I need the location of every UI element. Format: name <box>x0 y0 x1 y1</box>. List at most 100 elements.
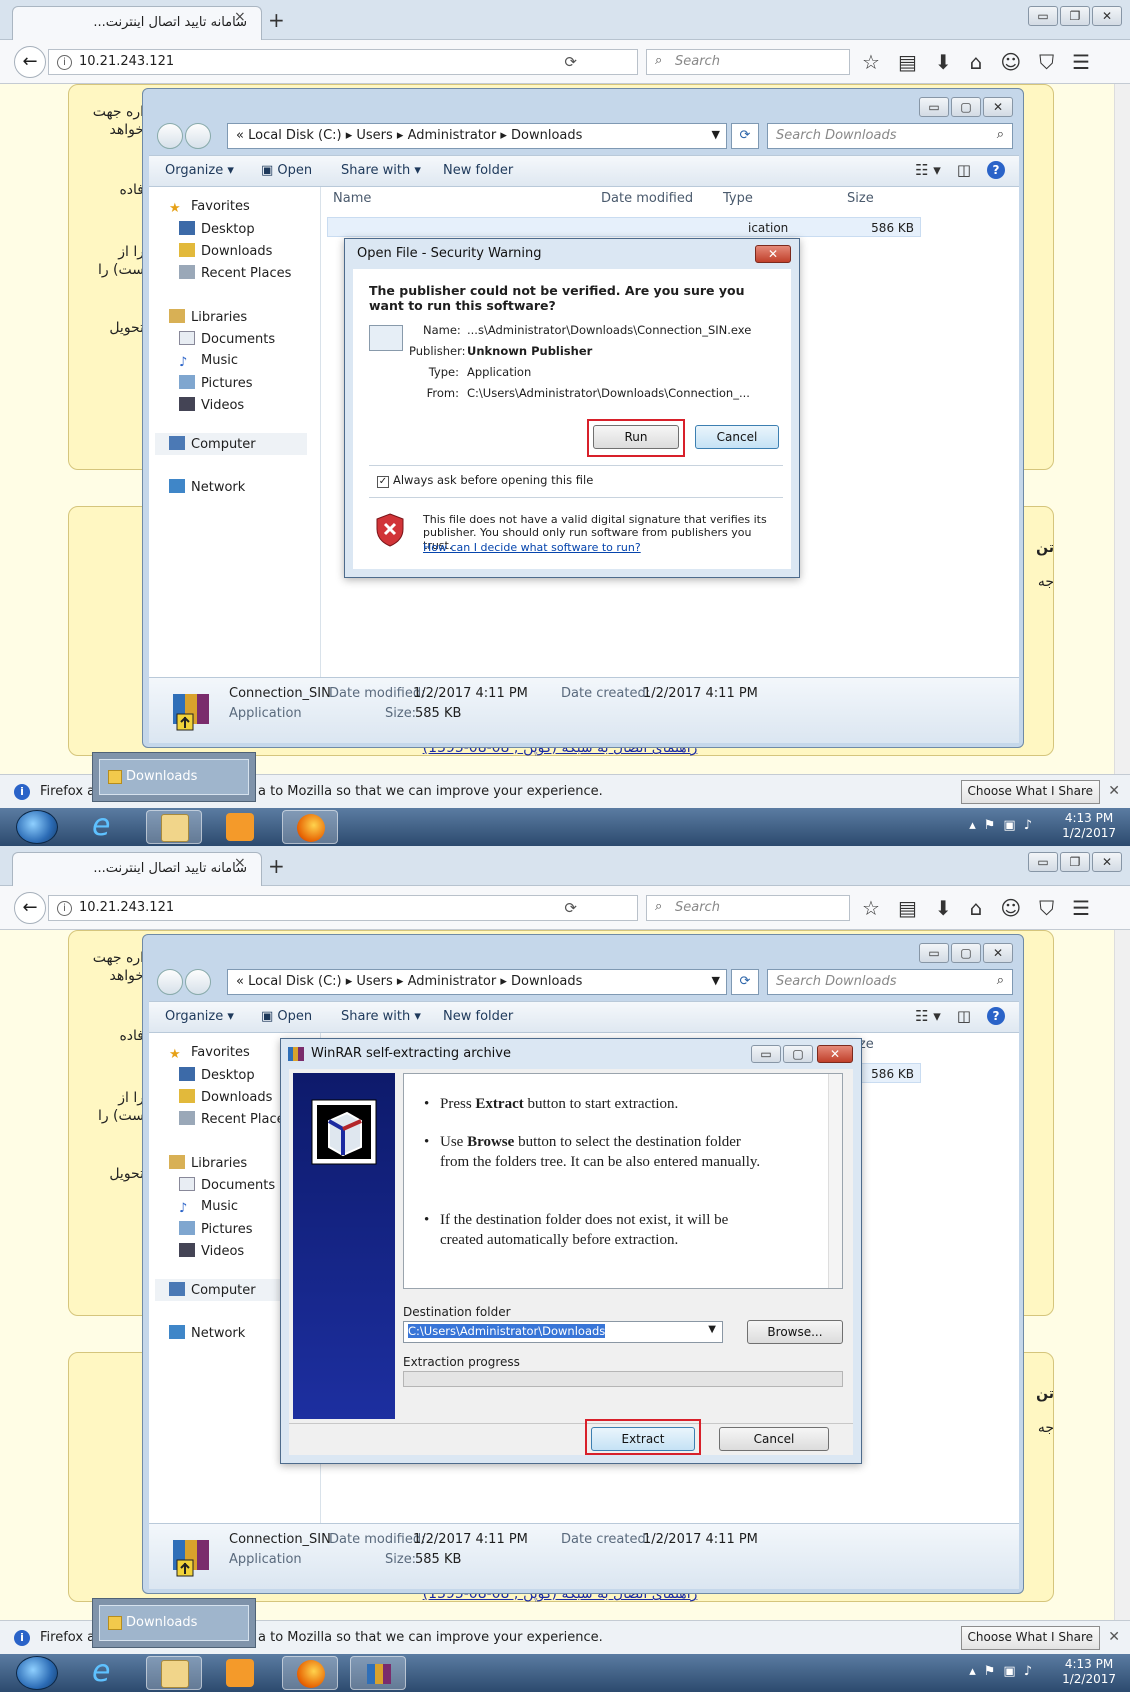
chevron-down-icon[interactable]: ▼ <box>708 1324 716 1335</box>
destination-combobox[interactable]: C:\Users\Administrator\Downloads ▼ <box>403 1321 723 1343</box>
bookmarks-list-icon[interactable]: ▤ <box>898 50 917 74</box>
nav-videos[interactable]: Videos <box>179 397 244 413</box>
back-arrow-icon[interactable]: ← <box>14 892 46 924</box>
breadcrumb-overflow[interactable]: « <box>236 974 244 989</box>
nav-downloads[interactable]: Downloads <box>179 243 272 259</box>
tab-close-icon[interactable]: × <box>234 855 246 871</box>
chevron-up-icon[interactable]: ▴ <box>969 1664 984 1679</box>
taskbar-firefox[interactable] <box>282 810 338 844</box>
organize-button[interactable]: Organize ▾ <box>165 1009 234 1024</box>
breadcrumb-users[interactable]: Users <box>356 128 392 143</box>
reload-icon[interactable]: ⟳ <box>564 53 577 71</box>
taskbar-media-player[interactable] <box>212 810 268 844</box>
new-tab-button[interactable]: + <box>268 854 285 878</box>
organize-button[interactable]: Organize ▾ <box>165 163 234 178</box>
new-folder-button[interactable]: New folder <box>443 1009 513 1024</box>
chevron-down-icon[interactable]: ▼ <box>712 128 720 141</box>
bookmarks-list-icon[interactable]: ▤ <box>898 896 917 920</box>
nav-music[interactable]: ♪ Music <box>179 1199 238 1216</box>
close-icon[interactable]: ✕ <box>1092 852 1122 872</box>
browse-button[interactable]: Browse... <box>747 1320 843 1344</box>
cancel-button[interactable]: Cancel <box>695 425 779 449</box>
forward-arrow-icon[interactable] <box>185 123 211 149</box>
maximize-icon[interactable]: ▢ <box>951 943 981 963</box>
maximize-icon[interactable]: ▢ <box>951 97 981 117</box>
breadcrumb-local-disk[interactable]: Local Disk (C:) <box>248 128 341 143</box>
nav-documents[interactable]: Documents <box>179 1177 275 1193</box>
browser-search-input[interactable]: ⌕ Search <box>646 49 850 75</box>
breadcrumb-users[interactable]: Users <box>356 974 392 989</box>
help-icon[interactable]: ? <box>987 161 1005 179</box>
view-icon[interactable]: ☷ ▾ <box>915 1007 941 1025</box>
restore-icon[interactable]: ❐ <box>1060 852 1090 872</box>
downloads-preview-item[interactable]: Downloads <box>99 759 249 795</box>
breadcrumb-downloads[interactable]: Downloads <box>511 974 582 989</box>
dialog-close-icon[interactable]: ✕ <box>755 245 791 263</box>
minimize-icon[interactable]: ▭ <box>919 97 949 117</box>
breadcrumb-local-disk[interactable]: Local Disk (C:) <box>248 974 341 989</box>
browser-search-input[interactable]: ⌕ Search <box>646 895 850 921</box>
volume-icon[interactable]: ♪ <box>1024 818 1040 833</box>
instructions-scrollbar[interactable] <box>828 1074 842 1288</box>
info-icon[interactable]: i <box>57 55 72 70</box>
taskbar-media-player[interactable] <box>212 1656 268 1690</box>
always-ask-checkbox[interactable]: ✓ Always ask before opening this file <box>377 473 593 488</box>
taskbar-explorer[interactable] <box>146 810 202 844</box>
network-tray-icon[interactable]: ▣ <box>1003 818 1023 833</box>
download-arrow-icon[interactable]: ⬇ <box>935 50 952 74</box>
column-header-type[interactable]: Type <box>723 191 753 206</box>
taskbar-internet-explorer[interactable]: e <box>78 1656 134 1690</box>
minimize-icon[interactable]: ▭ <box>1028 852 1058 872</box>
home-icon[interactable]: ⌂ <box>970 896 983 920</box>
minimize-icon[interactable]: ▭ <box>919 943 949 963</box>
breadcrumb-administrator[interactable]: Administrator <box>408 974 497 989</box>
volume-icon[interactable]: ♪ <box>1024 1664 1040 1679</box>
home-icon[interactable]: ⌂ <box>970 50 983 74</box>
page-scrollbar[interactable] <box>1114 84 1130 774</box>
taskbar-clock[interactable]: 4:13 PM 1/2/2017 <box>1062 1657 1116 1687</box>
new-tab-button[interactable]: + <box>268 8 285 32</box>
refresh-icon[interactable]: ⟳ <box>731 969 759 995</box>
chevron-up-icon[interactable]: ▴ <box>969 818 984 833</box>
nav-computer[interactable]: Computer <box>155 433 307 455</box>
choose-what-i-share-button[interactable]: Choose What I Share <box>960 1626 1100 1650</box>
explorer-search-input[interactable]: Search Downloads ⌕ <box>767 123 1013 149</box>
breadcrumb-administrator[interactable]: Administrator <box>408 128 497 143</box>
info-icon[interactable]: i <box>57 901 72 916</box>
choose-what-i-share-button[interactable]: Choose What I Share <box>960 780 1100 804</box>
view-icon[interactable]: ☷ ▾ <box>915 161 941 179</box>
taskbar-internet-explorer[interactable]: e <box>78 810 134 844</box>
close-icon[interactable]: ✕ <box>1108 1629 1120 1645</box>
dialog-close-icon[interactable]: ✕ <box>817 1045 853 1063</box>
url-bar[interactable]: i 10.21.243.121 ⟳ <box>48 49 638 75</box>
explorer-search-input[interactable]: Search Downloads ⌕ <box>767 969 1013 995</box>
chat-icon[interactable]: ☺ <box>1000 896 1021 920</box>
new-folder-button[interactable]: New folder <box>443 163 513 178</box>
taskbar-explorer[interactable] <box>146 1656 202 1690</box>
nav-recent-places[interactable]: Recent Place <box>179 1111 285 1127</box>
close-icon[interactable]: ✕ <box>1092 6 1122 26</box>
address-bar[interactable]: « Local Disk (C:) ▸ Users ▸ Administrato… <box>227 969 727 995</box>
chevron-down-icon[interactable]: ▼ <box>712 974 720 987</box>
checkbox-checked-icon[interactable]: ✓ <box>377 476 389 488</box>
nav-videos[interactable]: Videos <box>179 1243 244 1259</box>
nav-favorites[interactable]: ★ Favorites <box>169 199 250 216</box>
bookmark-star-icon[interactable]: ☆ <box>862 50 880 74</box>
flag-icon[interactable]: ⚑ <box>984 818 1004 833</box>
share-with-button[interactable]: Share with ▾ <box>341 1009 421 1024</box>
start-button-icon[interactable] <box>16 810 58 844</box>
taskbar-firefox[interactable] <box>282 1656 338 1690</box>
help-icon[interactable]: ? <box>987 1007 1005 1025</box>
refresh-icon[interactable]: ⟳ <box>731 123 759 149</box>
column-header-date[interactable]: Date modified <box>601 191 693 206</box>
nav-pictures[interactable]: Pictures <box>179 1221 252 1237</box>
close-icon[interactable]: ✕ <box>1108 783 1120 799</box>
nav-documents[interactable]: Documents <box>179 331 275 347</box>
downloads-taskbar-preview[interactable]: Downloads <box>92 752 256 802</box>
pocket-icon[interactable]: ⛉ <box>1039 50 1054 74</box>
back-arrow-icon[interactable] <box>157 969 183 995</box>
flag-icon[interactable]: ⚑ <box>984 1664 1004 1679</box>
breadcrumb-overflow[interactable]: « <box>236 128 244 143</box>
column-header-size[interactable]: Size <box>847 191 874 206</box>
nav-favorites[interactable]: ★ Favorites <box>169 1045 250 1062</box>
